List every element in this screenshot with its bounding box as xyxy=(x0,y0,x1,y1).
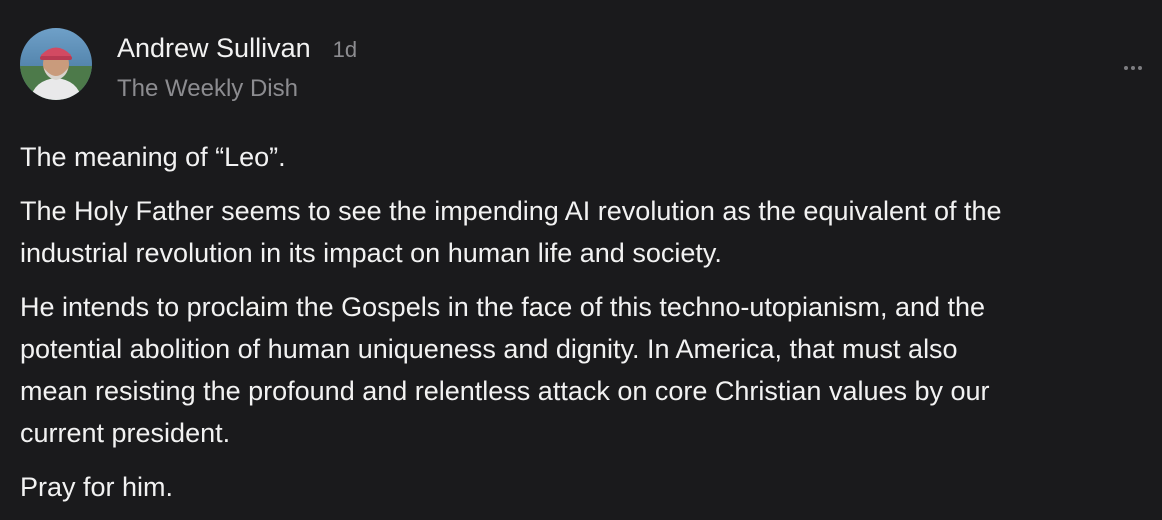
ellipsis-dot-icon xyxy=(1124,66,1128,70)
post-timestamp[interactable]: 1d xyxy=(333,37,357,63)
post-paragraph: Pray for him. xyxy=(20,472,174,502)
post-paragraph: The meaning of “Leo”. xyxy=(20,142,286,172)
post-paragraph: He intends to proclaim the Gospels in th… xyxy=(20,292,990,448)
note-post: Andrew Sullivan 1d The Weekly Dish The m… xyxy=(0,0,1162,520)
ellipsis-dot-icon xyxy=(1131,66,1135,70)
avatar-photo-icon xyxy=(20,28,92,100)
ellipsis-dot-icon xyxy=(1138,66,1142,70)
author-name[interactable]: Andrew Sullivan xyxy=(117,33,311,64)
more-options-button[interactable] xyxy=(1118,58,1148,78)
publication-name[interactable]: The Weekly Dish xyxy=(117,75,298,103)
post-paragraph: The Holy Father seems to see the impendi… xyxy=(20,196,1002,268)
author-avatar[interactable] xyxy=(20,28,92,100)
author-line: Andrew Sullivan 1d xyxy=(117,33,357,67)
post-body: The meaning of “Leo”. The Holy Father se… xyxy=(20,136,1150,520)
